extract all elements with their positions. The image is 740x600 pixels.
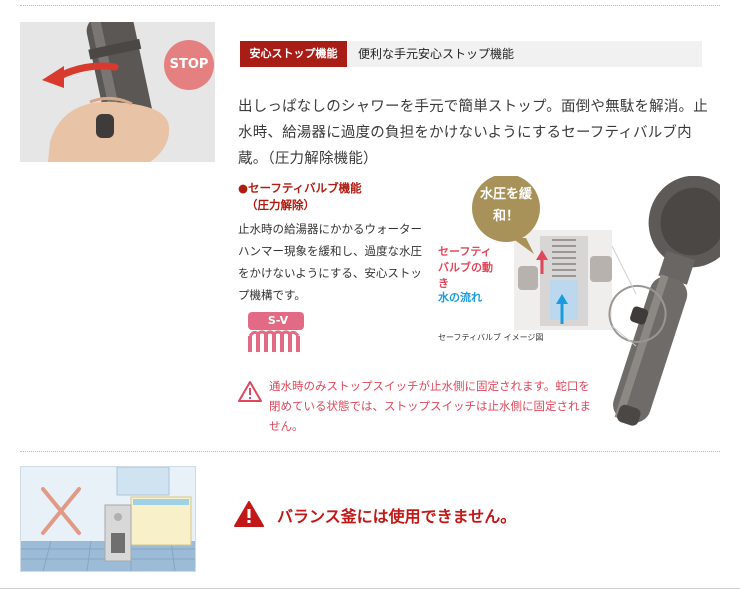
pressure-bubble-text: 水圧を緩和！ [479, 187, 532, 224]
feature-description: 出しっぱなしのシャワーを手元で簡単ストップ。面倒や無駄を解消。止水時、給湯器に過… [238, 99, 708, 167]
safety-valve-heading-line1: ●セーフティバルブ機能 [238, 181, 362, 195]
feature-title: 便利な手元安心ストップ機能 [358, 47, 515, 61]
caution-icon [234, 501, 264, 531]
warning-icon [238, 380, 262, 406]
warning-text: 通水時のみストップスイッチが止水側に固定されます。蛇口を閉めている状態では、スト… [269, 379, 591, 433]
bath-illustration [20, 466, 196, 572]
caution-text: バランス釜には使用できません。 [277, 507, 517, 526]
valve-movement-label: セーフティバルブの動き [438, 245, 493, 290]
stop-badge: STOP [164, 40, 214, 90]
diagram-caption: セーフティバルブ イメージ図 [438, 333, 544, 342]
bottom-divider [0, 588, 740, 589]
top-divider [20, 5, 720, 6]
water-flow-label: 水の流れ [438, 291, 482, 304]
safety-valve-heading-line2: （圧力解除） [246, 198, 315, 212]
middle-divider [20, 451, 720, 452]
safety-valve-body: 止水時の給湯器にかかるウォーターハンマー現象を緩和し、過度な水圧をかけないように… [238, 222, 422, 302]
hand-stop-photo: STOP [20, 22, 215, 162]
sv-logo-text: S-V [267, 314, 289, 327]
feature-badge: 安心ストップ機能 [240, 41, 347, 67]
sv-logo: S-V [244, 310, 308, 356]
safety-valve-heading: ●セーフティバルブ機能 （圧力解除） [238, 180, 362, 214]
feature-title-bar: 安心ストップ機能 便利な手元安心ストップ機能 [240, 41, 702, 67]
